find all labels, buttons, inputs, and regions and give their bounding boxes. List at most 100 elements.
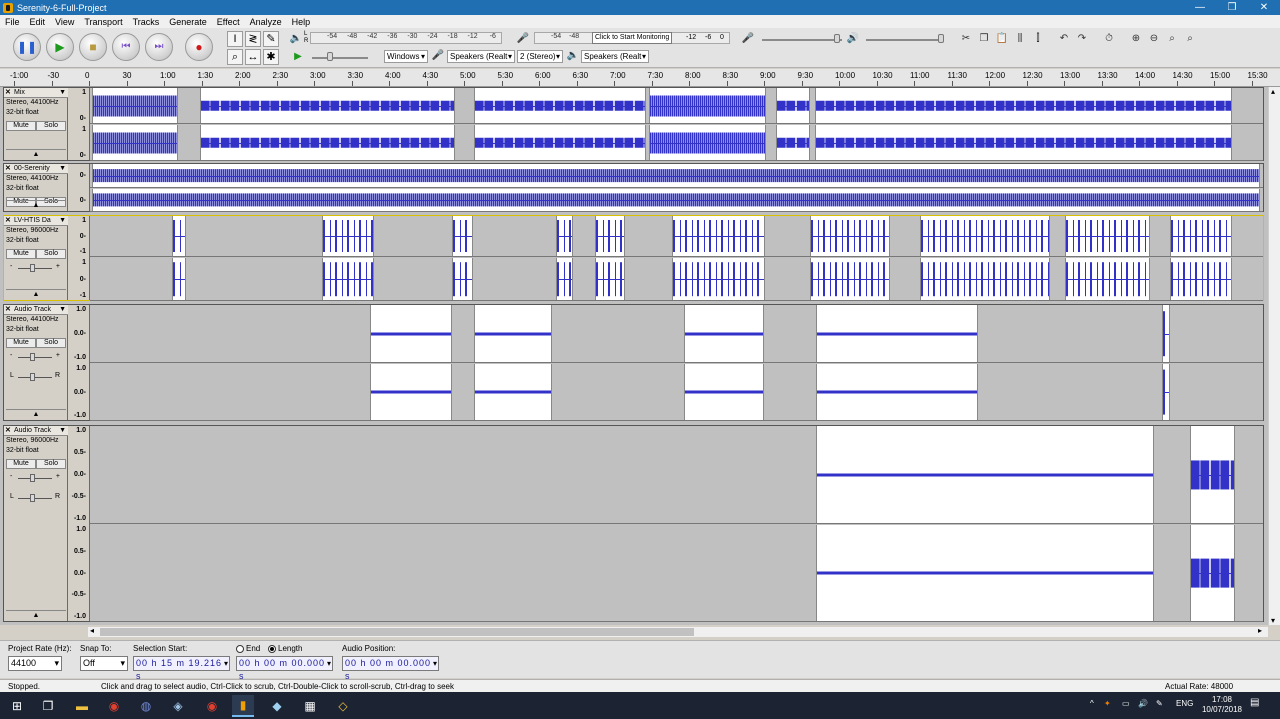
pan-slider-knob[interactable] [30,373,35,381]
task-view-button[interactable]: ❐ [37,695,59,717]
horizontal-scroll-thumb[interactable] [100,628,694,636]
audio-host-select[interactable]: Windows [384,50,428,63]
timeshift-tool[interactable]: ↔ [245,49,261,65]
audio-clip[interactable] [452,216,473,256]
paste-icon[interactable]: 📋 [994,31,1010,47]
audio-clip[interactable] [474,88,646,123]
play-speed-knob[interactable] [327,52,333,61]
channel-waveform[interactable] [90,164,1263,188]
audio-clip[interactable] [810,216,890,256]
draw-tool[interactable]: ✎ [263,31,279,47]
project-rate-select[interactable]: 44100 ▾ [8,656,62,671]
audio-clip[interactable] [200,125,455,160]
audio-position-field[interactable]: 00 h 00 m 00.000 s [342,656,439,681]
language-indicator[interactable]: ENG [1176,699,1193,708]
minimize-button[interactable]: — [1184,0,1216,15]
track-control-panel[interactable]: ✕ 00-Serenity ▼ Stereo, 44100Hz 32-bit float… [4,164,68,211]
close-track-icon[interactable]: ✕ [5,88,11,97]
channel-waveform[interactable] [90,258,1263,301]
close-track-icon[interactable]: ✕ [5,164,11,173]
taskbar-calculator[interactable]: ▦ [299,695,321,717]
track-menu-dropdown-icon[interactable]: ▼ [59,216,66,225]
vertical-scrollbar[interactable]: ▴ ▾ [1268,87,1280,625]
close-track-icon[interactable]: ✕ [5,426,11,435]
amplitude-scale[interactable]: 1.0 0.5- 0.0- -0.5- -1.0 1.0 0.5- 0.0- -0.5- -1.0 [68,426,90,621]
track-area[interactable]: ✕ Mix ▼ Stereo, 44100Hz 32-bit float Mute Solo… [0,87,1268,625]
channel-waveform[interactable] [90,216,1263,257]
menu-view[interactable]: View [50,17,79,27]
solo-button[interactable]: Solo [36,338,66,348]
audio-clip[interactable] [1190,525,1235,621]
audio-clip[interactable] [322,216,374,256]
network-icon[interactable]: ▭ [1122,699,1130,708]
snap-to-select[interactable]: Off ▾ [80,656,128,671]
menu-tracks[interactable]: Tracks [128,17,165,27]
audio-clip[interactable] [1170,258,1232,300]
menu-help[interactable]: Help [287,17,316,27]
timeline-ruler[interactable]: -1:00 -30 0 30 1:00 1:30 2:00 2:30 3:00 3:30 4:00 4… [0,69,1280,87]
play-at-speed-button[interactable]: ▶ [290,49,306,65]
menu-generate[interactable]: Generate [164,17,212,27]
amplitude-scale[interactable]: 1 0- 1 0- [68,88,90,160]
channel-waveform[interactable] [90,125,1263,161]
microphone-meter-icon[interactable]: 🎤 [515,31,531,47]
track-menu-dropdown-icon[interactable]: ▼ [59,164,66,173]
selection-length-field[interactable]: 00 h 00 m 00.000 s [236,656,333,681]
zoom-out-icon[interactable]: ⊖ [1146,31,1162,47]
taskbar-discord[interactable]: ◍ [135,695,157,717]
gain-slider[interactable]: - + [10,473,60,483]
audio-clip[interactable] [810,258,890,300]
solo-button[interactable]: Solo [36,249,66,259]
cut-icon[interactable]: ✂ [958,31,974,47]
close-track-icon[interactable]: ✕ [5,305,11,314]
collapse-track-button[interactable]: ▲ [6,200,66,210]
playback-volume-knob[interactable] [938,34,944,43]
skip-end-button[interactable]: ⏭ [145,33,173,61]
volume-icon[interactable]: 🔊 [1138,699,1148,708]
sync-lock-icon[interactable]: ⏱ [1101,31,1117,47]
record-meter[interactable]: -54 -48 -42 -36 -30 -24 -18 -12 -6 0 [310,32,502,44]
track-menu-dropdown-icon[interactable]: ▼ [59,88,66,97]
pan-slider-knob[interactable] [30,494,35,502]
speaker-meter-icon[interactable]: 🔈 [288,31,304,47]
selection-start-field[interactable]: 00 h 15 m 19.216 s [133,656,230,681]
track-name-menu[interactable]: ✕ Mix ▼ [4,88,68,98]
redo-icon[interactable]: ↷ [1074,31,1090,47]
audio-clip[interactable] [776,125,810,160]
track-control-panel[interactable]: ✕ Audio Track ▼ Stereo, 96000Hz 32-bit float… [4,426,68,621]
audio-clip[interactable] [815,125,1232,160]
amplitude-scale[interactable]: 1.0 0.0- -1.0 1.0 0.0- -1.0 [68,305,90,420]
audio-clip[interactable] [672,216,765,256]
record-volume-slider[interactable] [762,39,842,41]
track-name-menu[interactable]: ✕ Audio Track ▼ [4,426,68,436]
audio-track[interactable]: ✕ Audio Track ▼ Stereo, 96000Hz 32-bit float… [3,425,1264,622]
solo-button[interactable]: Solo [36,459,66,469]
start-button[interactable]: ⊞ [6,695,28,717]
audio-clip[interactable] [816,305,978,362]
audio-clip[interactable] [595,258,625,300]
audio-clip[interactable] [920,216,1050,256]
mute-button[interactable]: Mute [6,459,36,469]
taskbar-app[interactable]: ◆ [266,695,288,717]
selection-tool[interactable]: I [227,31,243,47]
track-control-panel[interactable]: ✕ Audio Track ▼ Stereo, 44100Hz 32-bit float… [4,305,68,420]
mute-button[interactable]: Mute [6,249,36,259]
audio-clip[interactable] [649,88,766,123]
track-control-panel[interactable]: ✕ Mix ▼ Stereo, 44100Hz 32-bit float Mute Solo… [4,88,68,160]
zoom-tool[interactable]: ⌕ [227,49,243,65]
taskbar-clock[interactable]: 17:08 10/07/2018 [1202,695,1242,715]
tray-app-icon[interactable]: ✦ [1104,699,1111,708]
close-button[interactable]: ✕ [1248,0,1280,15]
track-name-menu[interactable]: ✕ Audio Track ▼ [4,305,68,315]
collapse-track-button[interactable]: ▲ [6,610,66,620]
audio-clip[interactable] [92,88,178,123]
start-monitoring-button[interactable]: Click to Start Monitoring [592,32,673,44]
menu-file[interactable]: File [0,17,25,27]
audio-clip[interactable] [815,88,1232,123]
audio-clip[interactable] [92,189,1260,211]
audio-clip[interactable] [200,88,455,123]
audio-track[interactable]: ✕ LV-HTIS Da ▼ Stereo, 96000Hz 32-bit float M… [3,215,1264,301]
pause-button[interactable]: ❚❚ [13,33,41,61]
channel-waveform[interactable] [90,88,1263,124]
length-radio[interactable] [268,645,276,653]
